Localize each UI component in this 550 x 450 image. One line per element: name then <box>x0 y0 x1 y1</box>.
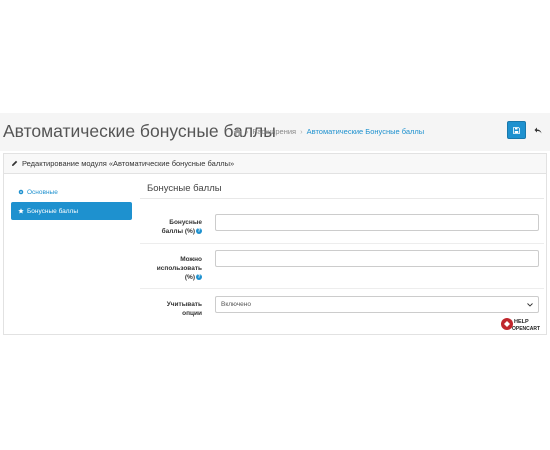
divider <box>140 288 544 289</box>
star-icon <box>18 208 24 214</box>
help-icon[interactable]: ? <box>196 274 202 281</box>
pencil-icon <box>12 160 18 166</box>
consider-options-select[interactable]: Включено <box>215 296 539 313</box>
section-title: Бонусные баллы <box>147 183 222 194</box>
usable-percent-label: Можно использовать (%)? <box>140 255 202 282</box>
module-panel: Редактирование модуля «Автоматические бо… <box>3 153 547 335</box>
label-line: Бонусные <box>169 219 202 226</box>
consider-options-label: Учитывать опции <box>140 300 202 318</box>
bonus-percent-label: Бонусные баллы (%)? <box>140 218 202 236</box>
page: Автоматические бонусные баллы › Расширен… <box>0 0 550 450</box>
logo-line2: OPENCART <box>512 326 540 332</box>
floppy-disk-icon <box>513 126 520 134</box>
label-line: (%) <box>184 274 195 281</box>
tab-bonus-points[interactable]: Бонусные баллы <box>11 202 132 220</box>
help-icon[interactable]: ? <box>196 228 202 235</box>
breadcrumb-separator: › <box>300 127 303 136</box>
select-value: Включено <box>221 301 251 308</box>
breadcrumb-extensions[interactable]: Расширения <box>253 127 297 136</box>
logo-line1: HELP <box>514 319 529 325</box>
tab-basic-label: Основные <box>27 188 58 196</box>
divider <box>140 243 544 244</box>
usable-percent-input[interactable] <box>215 250 539 267</box>
label-line: Можно <box>180 256 202 263</box>
divider <box>140 198 544 199</box>
breadcrumb-separator: › <box>246 127 249 136</box>
label-line: Учитывать <box>166 301 202 308</box>
label-line: баллы (%) <box>161 228 195 235</box>
tab-basic[interactable]: Основные <box>11 183 132 201</box>
breadcrumb-module[interactable]: Автоматические Бонусные баллы <box>307 127 425 136</box>
tab-bonus-points-label: Бонусные баллы <box>27 207 79 215</box>
gear-icon <box>18 189 24 195</box>
save-button[interactable] <box>507 121 526 139</box>
panel-heading-text: Редактирование модуля «Автоматические бо… <box>22 159 235 168</box>
label-line: опции <box>182 310 202 317</box>
help-opencart-logo: HELP OPENCART <box>500 315 545 333</box>
home-icon[interactable] <box>233 128 242 136</box>
label-line: использовать <box>156 265 202 272</box>
breadcrumb: › Расширения › Автоматические Бонусные б… <box>233 127 424 136</box>
back-button[interactable] <box>528 121 547 139</box>
reply-arrow-icon <box>534 127 541 133</box>
chevron-down-icon <box>527 302 533 307</box>
bonus-percent-input[interactable] <box>215 214 539 231</box>
panel-heading: Редактирование модуля «Автоматические бо… <box>4 154 546 174</box>
